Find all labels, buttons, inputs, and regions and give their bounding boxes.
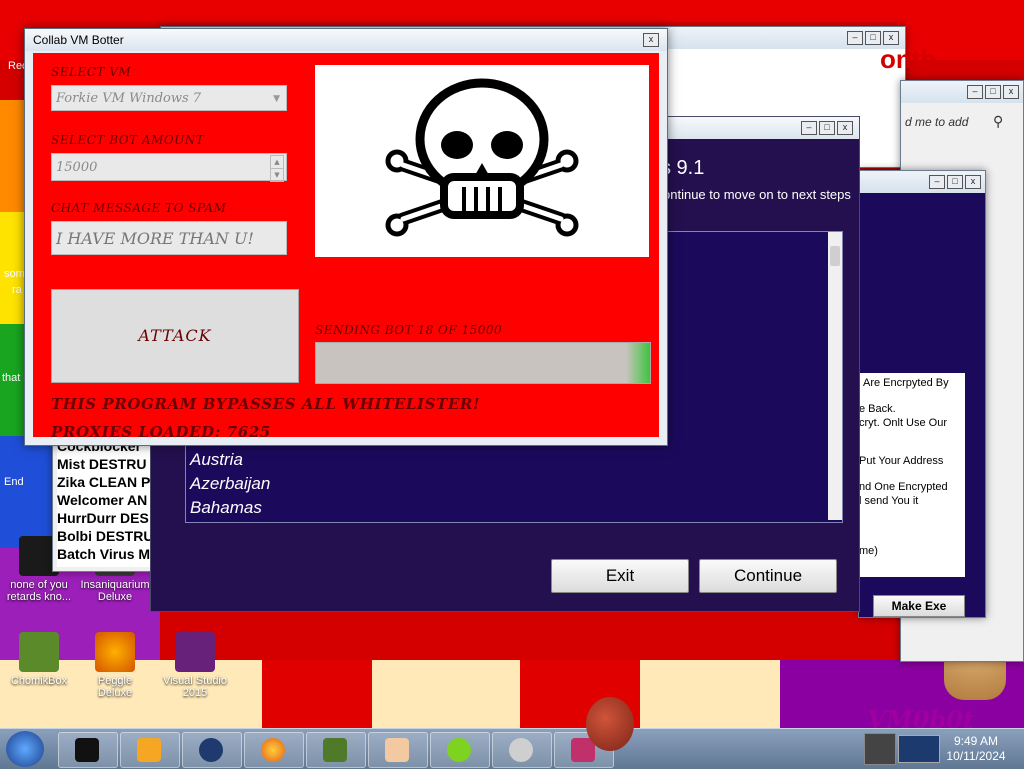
chevron-down-icon[interactable]: ▼ [273,86,280,112]
skull-crossbones-icon [315,65,649,257]
maximize-icon[interactable]: □ [985,85,1001,99]
status-text: SENDING BOT 18 OF 15000 [315,323,503,337]
taskbar-item-firefox[interactable] [244,732,304,768]
desktop-icon-chomikbox[interactable]: ChomikBox [4,632,74,687]
taskbar-item-cmd[interactable] [58,732,118,768]
lime-icon [447,738,471,762]
progress-bar [315,342,651,384]
peggle-icon [95,632,135,672]
desktop-icon-label: Insaniquarium Deluxe [80,579,150,603]
clock-date: 10/11/2024 [946,749,1006,763]
globe-icon [199,738,223,762]
close-icon[interactable]: x [1003,85,1019,99]
bypass-text: THIS PROGRAM BYPASSES ALL WHITELISTER! [51,395,481,413]
media-icon [137,738,161,762]
close-icon[interactable]: x [965,175,981,189]
minimize-icon[interactable]: – [801,121,817,135]
vm-select[interactable]: Forkie VM Windows 7 ▼ [51,85,287,111]
vm-select-value: Forkie VM Windows 7 [56,91,202,106]
taskbar-item-skull[interactable] [492,732,552,768]
close-icon[interactable]: x [643,33,659,47]
cmd-icon [75,738,99,762]
list-item[interactable]: Azerbaijan [186,472,786,496]
window-title: Collab VM Botter [33,33,124,47]
network-icon[interactable] [898,735,940,763]
list-item[interactable]: Bahamas [186,496,786,520]
search-icon[interactable]: ⚲ [993,113,1003,130]
info-line: Are Encrpyted By [863,377,949,389]
bot-window: Collab VM Botter x SELECT VM Forkie VM W… [24,28,668,446]
bot-window-titlebar: Collab VM Botter [25,29,667,51]
taskbar-item-doctor[interactable] [368,732,428,768]
skull-icon [509,738,533,762]
firefox-icon [261,738,285,762]
select-vm-label: SELECT VM [51,65,132,79]
visualstudio-icon [175,632,215,672]
info-line: l send You it [859,495,919,507]
attack-button[interactable]: ATTACK [51,289,299,383]
maximize-icon[interactable]: □ [947,175,963,189]
bird-image [586,697,634,751]
clock-time: 9:49 AM [953,734,999,748]
bot-amount-label: SELECT BOT AMOUNT [51,133,205,147]
info-line: nd One Encrypted [859,481,948,493]
chat-message-label: CHAT MESSAGE TO SPAM [51,201,227,215]
minimize-icon[interactable]: – [967,85,983,99]
desktop-icon-label: Peggle Deluxe [97,675,133,699]
maximize-icon[interactable]: □ [865,31,881,45]
start-button[interactable] [6,731,44,767]
bot-amount-value: 15000 [56,160,98,175]
desktop-icon-label: ChomikBox [10,675,68,687]
desktop-label-end: End [4,476,24,488]
chomikbox-icon [19,632,59,672]
progress-fill [626,343,650,383]
desktop-icon-label: none of you retards kno... [6,579,72,603]
minimize-icon[interactable]: – [929,175,945,189]
close-icon[interactable]: x [837,121,853,135]
bot-panel: SELECT VM Forkie VM Windows 7 ▼ SELECT B… [33,53,659,441]
chevron-down-icon[interactable]: ▼ [270,168,284,182]
info-textbox[interactable]: Are Encrpyted By e Back. cryt. Onlt Use … [859,373,965,577]
back-corner-text: onth [880,44,937,74]
clock[interactable]: 9:49 AM 10/11/2024 [936,734,1016,764]
taskbar-item-lime[interactable] [430,732,490,768]
info-line: Put Your Address [859,455,944,467]
info-line: e Back. [859,403,896,415]
minimize-icon[interactable]: – [847,31,863,45]
bot-amount-stepper[interactable]: 15000 ▲ ▼ [51,153,287,182]
desktop-icon-label: Visual Studio 2015 [162,675,227,699]
back-window-builder: – □ x Are Encrpyted By e Back. cryt. Onl… [858,170,986,618]
proxies-text: PROXIES LOADED: 7625 [51,423,271,441]
chat-message-input[interactable]: I HAVE MORE THAN U! [51,221,287,255]
desktop-label-ra: ra [12,284,22,296]
desktop-label-that: that [2,372,21,384]
chevron-up-icon[interactable]: ▲ [270,155,284,169]
close-icon[interactable]: x [883,31,899,45]
desktop-icon-peggle[interactable]: Peggle Deluxe [80,632,150,699]
maximize-icon[interactable]: □ [819,121,835,135]
doctor-icon [385,738,409,762]
info-line: me) [859,545,878,557]
installer-subtitle: ontinue to move on to next steps [663,187,851,202]
tray-icon[interactable] [864,733,896,765]
desktop-icon-visualstudio[interactable]: Visual Studio 2015 [160,632,230,699]
scroll-thumb[interactable] [830,246,840,266]
exit-button[interactable]: Exit [551,559,689,593]
search-hint[interactable]: d me to add [905,115,968,129]
desktop-label-som: som [4,268,25,280]
continue-button[interactable]: Continue [699,559,837,593]
list-scrollbar[interactable] [828,232,842,520]
taskbar-item-media[interactable] [120,732,180,768]
make-exe-button[interactable]: Make Exe [873,595,965,617]
taskbar-item-globe[interactable] [182,732,242,768]
minecraft-icon [323,738,347,762]
list-item[interactable]: Austria [186,448,786,472]
taskbar-item-minecraft[interactable] [306,732,366,768]
info-line: cryt. Onlt Use Our [859,417,948,429]
taskbar: 9:49 AM 10/11/2024 [0,697,1024,769]
